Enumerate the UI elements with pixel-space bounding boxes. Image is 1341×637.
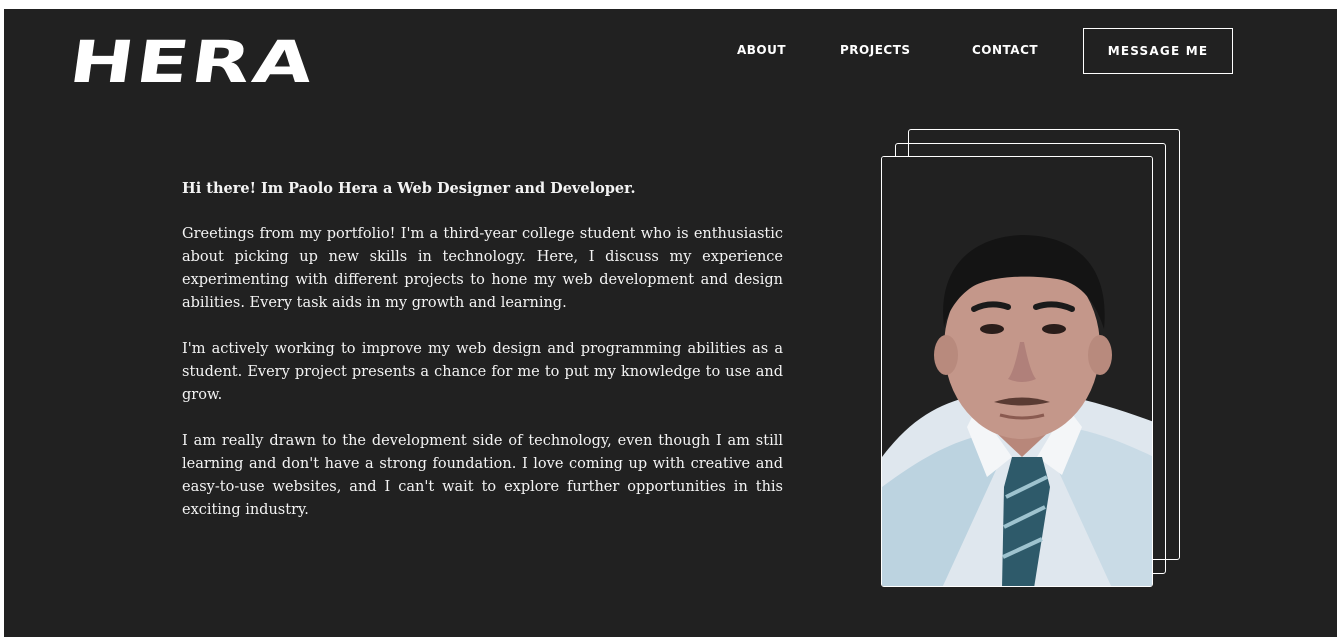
page: HERA ABOUT PROJECTS CONTACT MESSAGE ME H… xyxy=(4,9,1337,637)
site-logo[interactable]: HERA xyxy=(65,28,320,96)
about-paragraph: Greetings from my portfolio! I'm a third… xyxy=(182,226,783,311)
message-me-button[interactable]: MESSAGE ME xyxy=(1083,28,1233,74)
about-paragraph: I am really drawn to the development sid… xyxy=(182,433,783,518)
portrait-illustration xyxy=(882,157,1152,586)
about-paragraph: I'm actively working to improve my web d… xyxy=(182,341,783,403)
nav-about[interactable]: ABOUT xyxy=(737,43,786,57)
greeting-text: Hi there! Im Paolo Hera a Web Designer a… xyxy=(182,180,636,197)
nav-contact[interactable]: CONTACT xyxy=(972,43,1038,57)
about-section: Hi there! Im Paolo Hera a Web Designer a… xyxy=(182,177,783,545)
nav-projects[interactable]: PROJECTS xyxy=(840,43,911,57)
profile-photo xyxy=(881,156,1153,587)
